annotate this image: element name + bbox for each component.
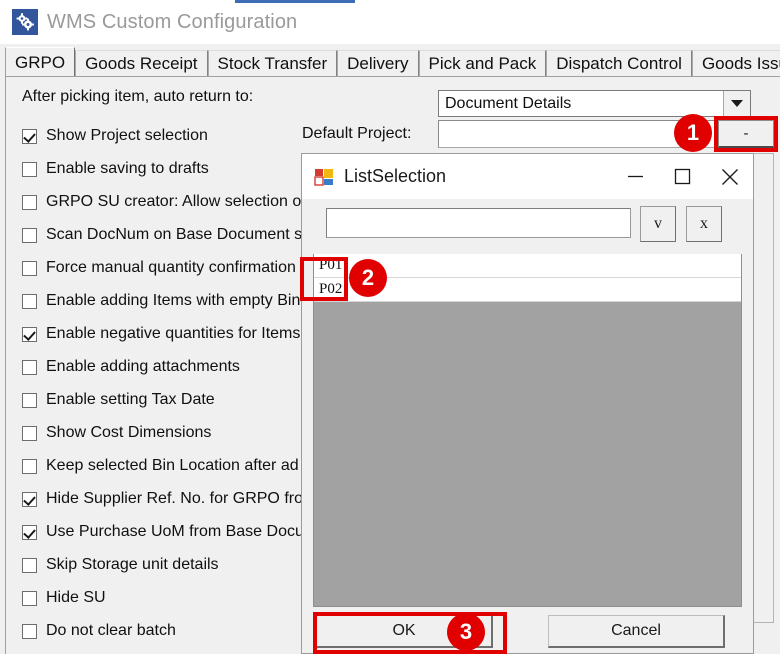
checkbox-label: Use Purchase UoM from Base Docu <box>46 523 304 540</box>
checkbox-indicator[interactable] <box>22 227 37 243</box>
tab-label: Dispatch Control <box>556 54 682 73</box>
checkbox-row-force-manual-quantity-confirmation[interactable]: Force manual quantity confirmation <box>22 256 296 280</box>
checkbox-indicator[interactable] <box>22 392 37 408</box>
checkbox-label: Keep selected Bin Location after ad <box>46 457 299 474</box>
checkbox-label: Show Cost Dimensions <box>46 424 212 441</box>
checkbox-label: Enable adding attachments <box>46 358 240 375</box>
checkbox-indicator[interactable] <box>22 293 37 309</box>
checkbox-label: Enable setting Tax Date <box>46 391 215 408</box>
chevron-down-icon[interactable] <box>723 91 750 116</box>
checkbox-label: Show Project selection <box>46 127 208 144</box>
default-project-input[interactable] <box>438 120 715 148</box>
checkbox-row-grpo-su-creator[interactable]: GRPO SU creator: Allow selection o <box>22 190 301 214</box>
checkbox-indicator[interactable] <box>22 326 37 342</box>
checkbox-row-do-not-clear-batch[interactable]: Do not clear batch <box>22 619 176 643</box>
dialog-titlebar: ListSelection <box>302 154 753 199</box>
checkbox-row-scan-docnum[interactable]: Scan DocNum on Base Document s <box>22 223 302 247</box>
checkbox-indicator[interactable] <box>22 557 37 573</box>
checkbox-row-enable-negative-quantities[interactable]: Enable negative quantities for Items <box>22 322 300 346</box>
maximize-icon[interactable] <box>659 154 706 199</box>
selection-list[interactable]: P01 P02 <box>313 254 742 607</box>
tab-page-left-border <box>5 76 6 654</box>
checkbox-indicator[interactable] <box>22 458 37 474</box>
tab-label: Goods Issue <box>701 54 780 73</box>
checkbox-label: Skip Storage unit details <box>46 556 219 573</box>
tab-label: GRPO <box>15 52 66 72</box>
auto-return-combobox-value: Document Details <box>445 94 572 112</box>
checkbox-label: Force manual quantity confirmation <box>46 259 296 276</box>
checkbox-indicator[interactable] <box>22 425 37 441</box>
checkbox-label: Hide Supplier Ref. No. for GRPO fro <box>46 490 303 507</box>
screenshot-root: WMS Custom Configuration GRPO Goods Rece… <box>0 0 780 654</box>
auto-return-combobox[interactable]: Document Details <box>438 90 751 117</box>
checkbox-label: Hide SU <box>46 589 106 606</box>
checkbox-row-hide-su[interactable]: Hide SU <box>22 586 106 610</box>
window-tiles-icon <box>314 167 334 187</box>
dialog-title: ListSelection <box>344 166 447 186</box>
checkbox-label: GRPO SU creator: Allow selection o <box>46 193 302 210</box>
checkbox-label: Enable saving to drafts <box>46 160 209 177</box>
list-selection-dialog: ListSelection v x P01 P02 OK Cancel <box>301 153 754 654</box>
checkbox-indicator[interactable] <box>22 194 37 210</box>
app-title: WMS Custom Configuration <box>47 10 298 33</box>
titlebar-accent-line <box>235 0 355 3</box>
main-window-titlebar: WMS Custom Configuration <box>0 0 780 44</box>
ok-button[interactable]: OK <box>316 615 493 648</box>
checkbox-row-enable-setting-tax-date[interactable]: Enable setting Tax Date <box>22 388 215 412</box>
checkbox-row-show-project-selection[interactable]: Show Project selection <box>22 124 208 148</box>
checkbox-label: Do not clear batch <box>46 622 176 639</box>
clear-filter-button[interactable]: x <box>686 206 722 242</box>
tab-dispatch-control[interactable]: Dispatch Control <box>546 50 692 77</box>
tab-grpo[interactable]: GRPO <box>5 47 76 77</box>
checkbox-indicator[interactable] <box>22 128 37 144</box>
tab-strip: GRPO Goods Receipt Stock Transfer Delive… <box>5 47 780 77</box>
list-item[interactable]: P01 <box>314 254 741 278</box>
gears-icon <box>12 9 38 35</box>
checkbox-row-hide-supplier-ref-no[interactable]: Hide Supplier Ref. No. for GRPO fro <box>22 487 303 511</box>
checkbox-row-show-cost-dimensions[interactable]: Show Cost Dimensions <box>22 421 211 445</box>
close-icon[interactable] <box>706 154 753 199</box>
tab-stock-transfer[interactable]: Stock Transfer <box>207 50 338 77</box>
checkbox-row-skip-storage-unit-details[interactable]: Skip Storage unit details <box>22 553 219 577</box>
checkbox-indicator[interactable] <box>22 590 37 606</box>
dialog-footer: OK Cancel <box>302 609 753 654</box>
minimize-icon[interactable] <box>612 154 659 199</box>
tab-label: Pick and Pack <box>428 54 537 73</box>
checkbox-indicator[interactable] <box>22 260 37 276</box>
checkbox-indicator[interactable] <box>22 161 37 177</box>
apply-filter-button[interactable]: v <box>640 206 676 242</box>
checkbox-indicator[interactable] <box>22 524 37 540</box>
checkbox-row-enable-adding-attachments[interactable]: Enable adding attachments <box>22 355 240 379</box>
auto-return-label: After picking item, auto return to: <box>22 88 254 105</box>
default-project-browse-button[interactable]: - <box>718 120 774 148</box>
tab-label: Goods Receipt <box>85 54 198 73</box>
dialog-window-buttons <box>612 154 753 199</box>
checkbox-indicator[interactable] <box>22 623 37 639</box>
search-input[interactable] <box>326 208 631 238</box>
list-empty-area <box>314 302 741 606</box>
tab-pick-and-pack[interactable]: Pick and Pack <box>418 50 547 77</box>
tab-label: Delivery <box>347 54 409 73</box>
checkbox-label: Enable adding Items with empty Bin <box>46 292 301 309</box>
tab-goods-issue[interactable]: Goods Issue <box>691 50 780 77</box>
tab-label: Stock Transfer <box>217 54 328 73</box>
checkbox-row-use-purchase-uom[interactable]: Use Purchase UoM from Base Docu <box>22 520 304 544</box>
default-project-label: Default Project: <box>302 125 412 142</box>
checkbox-row-keep-selected-bin-location[interactable]: Keep selected Bin Location after ad <box>22 454 299 478</box>
checkbox-label: Enable negative quantities for Items <box>46 325 301 342</box>
dialog-search-row: v x <box>302 199 753 246</box>
list-item[interactable]: P02 <box>314 278 741 302</box>
checkbox-label: Scan DocNum on Base Document s <box>46 226 303 243</box>
tab-delivery[interactable]: Delivery <box>337 50 419 77</box>
checkbox-row-enable-adding-items-empty-bin[interactable]: Enable adding Items with empty Bin <box>22 289 300 313</box>
checkbox-indicator[interactable] <box>22 359 37 375</box>
cancel-button[interactable]: Cancel <box>548 615 725 648</box>
checkbox-indicator[interactable] <box>22 491 37 507</box>
checkbox-row-enable-saving-to-drafts[interactable]: Enable saving to drafts <box>22 157 209 181</box>
tab-goods-receipt[interactable]: Goods Receipt <box>75 50 208 77</box>
